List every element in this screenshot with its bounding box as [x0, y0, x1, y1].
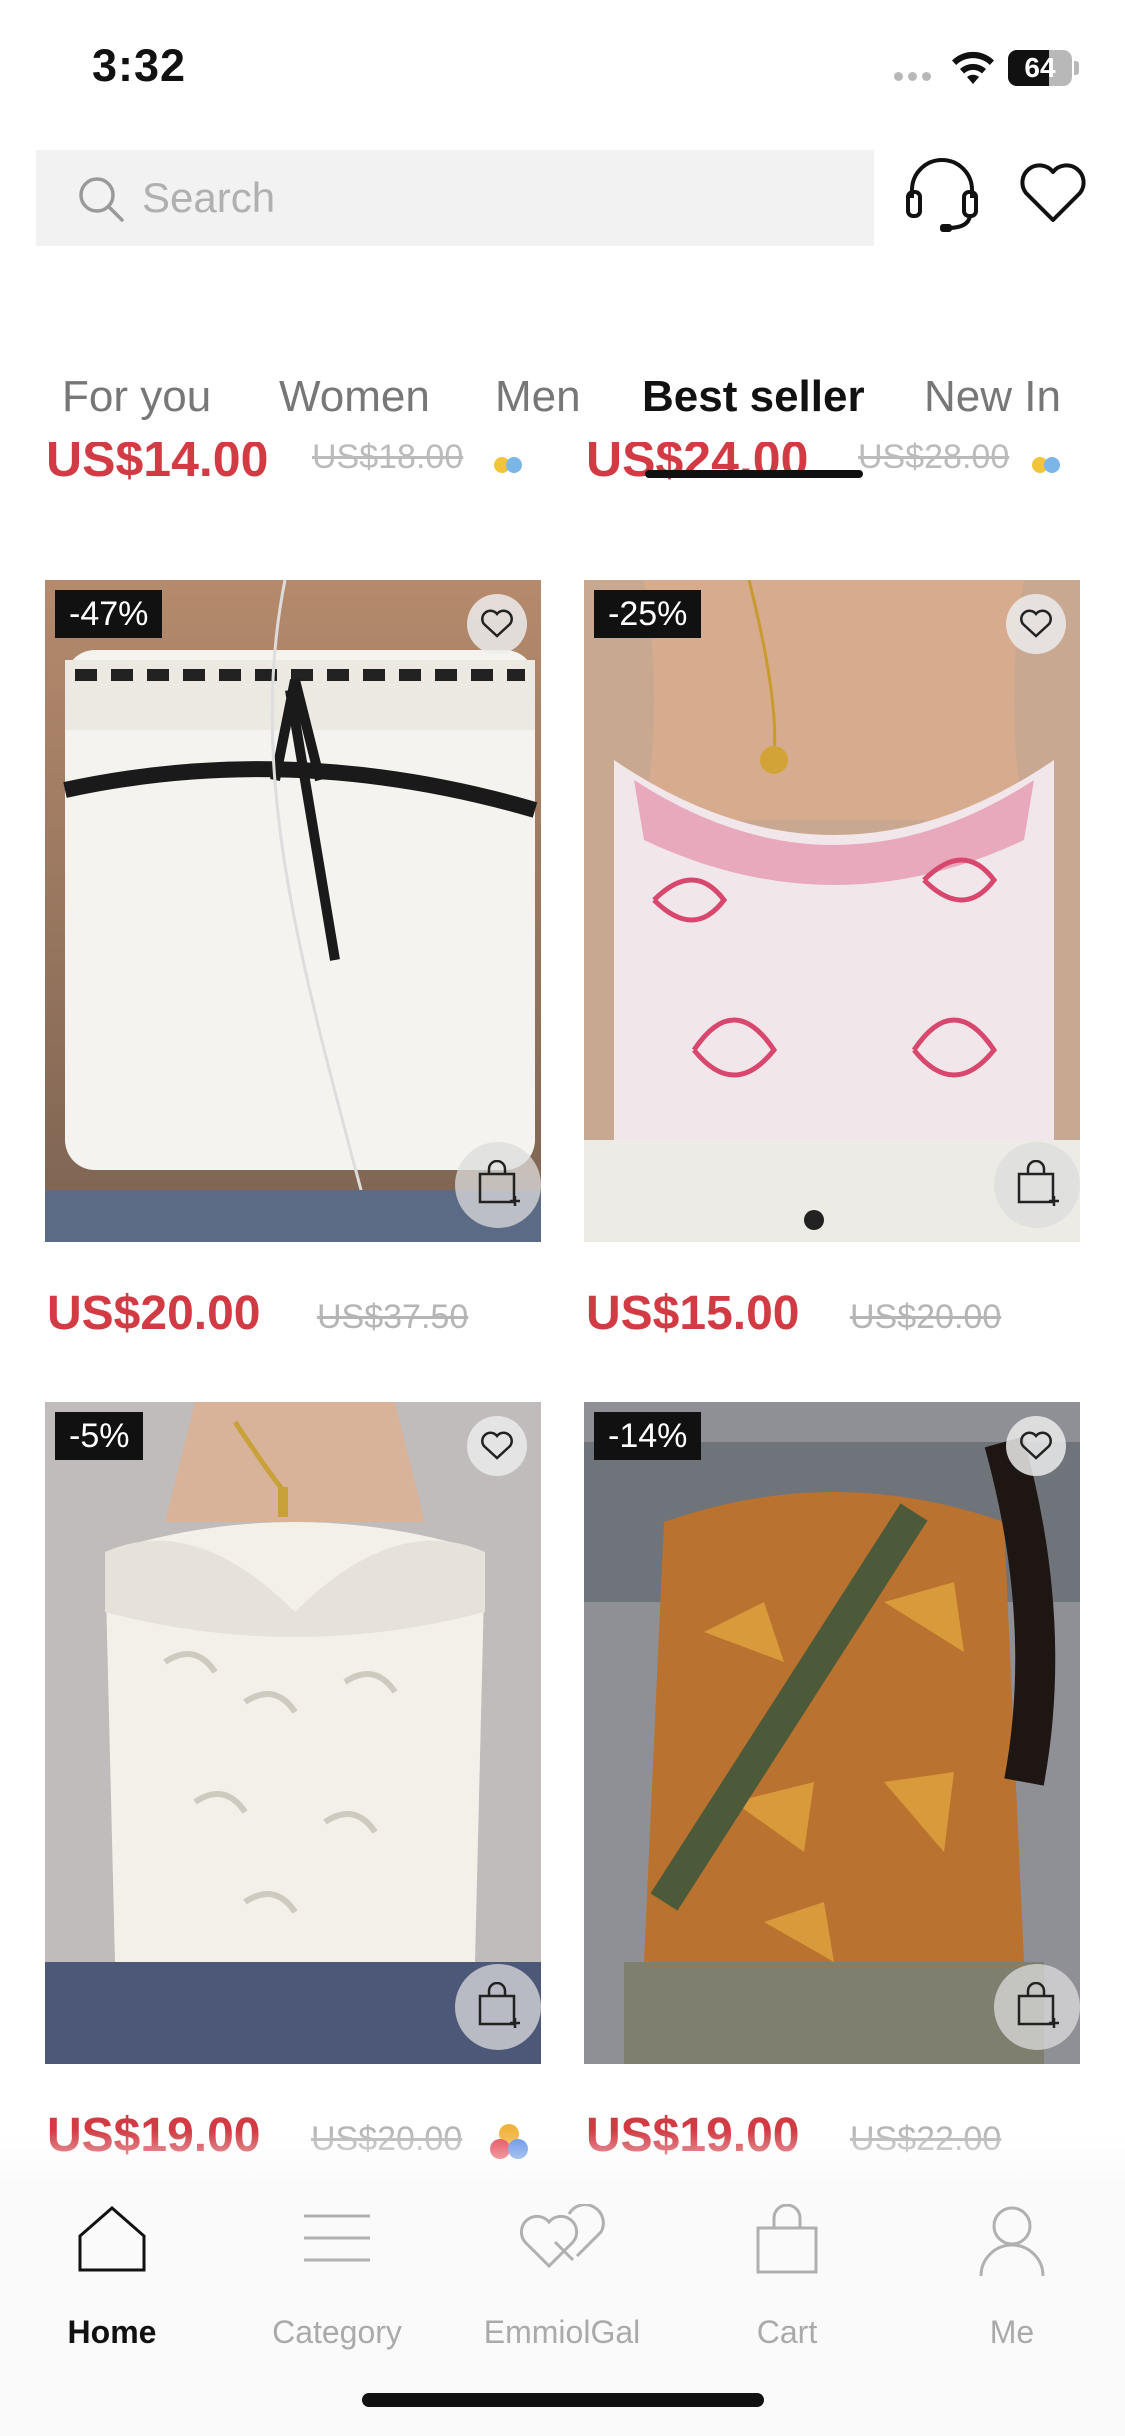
nav-category[interactable]: Category — [247, 2204, 427, 2354]
product-image[interactable]: -14% — [584, 1402, 1080, 2064]
search-bar[interactable] — [36, 150, 874, 246]
battery-level: 64 — [1024, 52, 1056, 83]
add-to-wishlist-button[interactable] — [467, 1416, 527, 1476]
add-to-wishlist-button[interactable] — [1006, 1416, 1066, 1476]
home-icon — [78, 2206, 146, 2272]
nav-label: Home — [67, 2314, 157, 2350]
product-image[interactable]: -5% — [45, 1402, 541, 2064]
add-to-cart-button[interactable] — [455, 1142, 541, 1228]
nav-label: EmmiolGal — [483, 2314, 641, 2350]
nav-home[interactable]: Home — [22, 2204, 202, 2354]
add-to-cart-button[interactable] — [994, 1964, 1080, 2050]
heart-icon — [1020, 609, 1052, 638]
tab-women[interactable]: Women — [279, 372, 430, 422]
heart-icon — [1020, 1431, 1052, 1460]
heart-icon[interactable] — [1018, 160, 1088, 226]
add-to-wishlist-button[interactable] — [467, 594, 527, 654]
tab-new-in[interactable]: New In — [924, 372, 1061, 422]
discount-badge: -25% — [594, 590, 702, 638]
tab-men[interactable]: Men — [495, 372, 581, 422]
heart-icon — [481, 1431, 513, 1460]
tab-best-seller[interactable]: Best seller — [642, 372, 865, 422]
add-to-cart-button[interactable] — [994, 1142, 1080, 1228]
battery-icon: 64 — [1008, 50, 1079, 86]
search-input[interactable] — [142, 150, 842, 246]
headset-icon[interactable] — [902, 154, 982, 234]
category-tabs: For you Women Men Best seller New In — [0, 372, 1125, 482]
wifi-icon — [952, 51, 994, 84]
category-icon — [304, 2214, 370, 2262]
tab-for-you[interactable]: For you — [62, 372, 211, 422]
active-tab-indicator — [645, 470, 863, 478]
nav-label: Me — [989, 2314, 1035, 2350]
nav-cart[interactable]: Cart — [697, 2204, 877, 2354]
nav-label: Cart — [756, 2314, 818, 2350]
nav-emmiolgal[interactable]: EmmiolGal — [472, 2204, 652, 2354]
shopping-bag-plus-icon — [478, 1160, 520, 1206]
discount-badge: -5% — [55, 1412, 144, 1460]
discount-badge: -14% — [594, 1412, 702, 1460]
double-heart-icon — [519, 2204, 605, 2269]
product-price: US$20.00 — [47, 1287, 261, 1340]
status-time: 3:32 — [92, 40, 187, 91]
shopping-bag-plus-icon — [478, 1982, 520, 2028]
add-to-cart-button[interactable] — [455, 1964, 541, 2050]
product-price: US$15.00 — [586, 1287, 800, 1340]
status-bar: 3:32 64 — [0, 0, 1125, 140]
product-old-price: US$37.50 — [317, 1298, 469, 1336]
search-icon — [79, 177, 124, 222]
product-feed[interactable]: US$14.00 US$18.00 US$24.00 US$28.00 -47%… — [0, 440, 1125, 2192]
product-image[interactable]: -25% — [584, 580, 1080, 1242]
nav-label: Category — [272, 2314, 402, 2350]
shopping-bag-plus-icon — [1017, 1982, 1059, 2028]
profile-icon — [979, 2206, 1045, 2277]
product-old-price: US$20.00 — [850, 1298, 1002, 1336]
nav-me[interactable]: Me — [922, 2204, 1102, 2354]
product-image[interactable]: -47% — [45, 580, 541, 1242]
cellular-signal-icon — [894, 72, 934, 82]
home-indicator — [362, 2393, 764, 2407]
discount-badge: -47% — [55, 590, 163, 638]
shopping-bag-plus-icon — [1017, 1160, 1059, 1206]
heart-icon — [481, 609, 513, 638]
shopping-bag-icon — [756, 2204, 818, 2274]
add-to-wishlist-button[interactable] — [1006, 594, 1066, 654]
